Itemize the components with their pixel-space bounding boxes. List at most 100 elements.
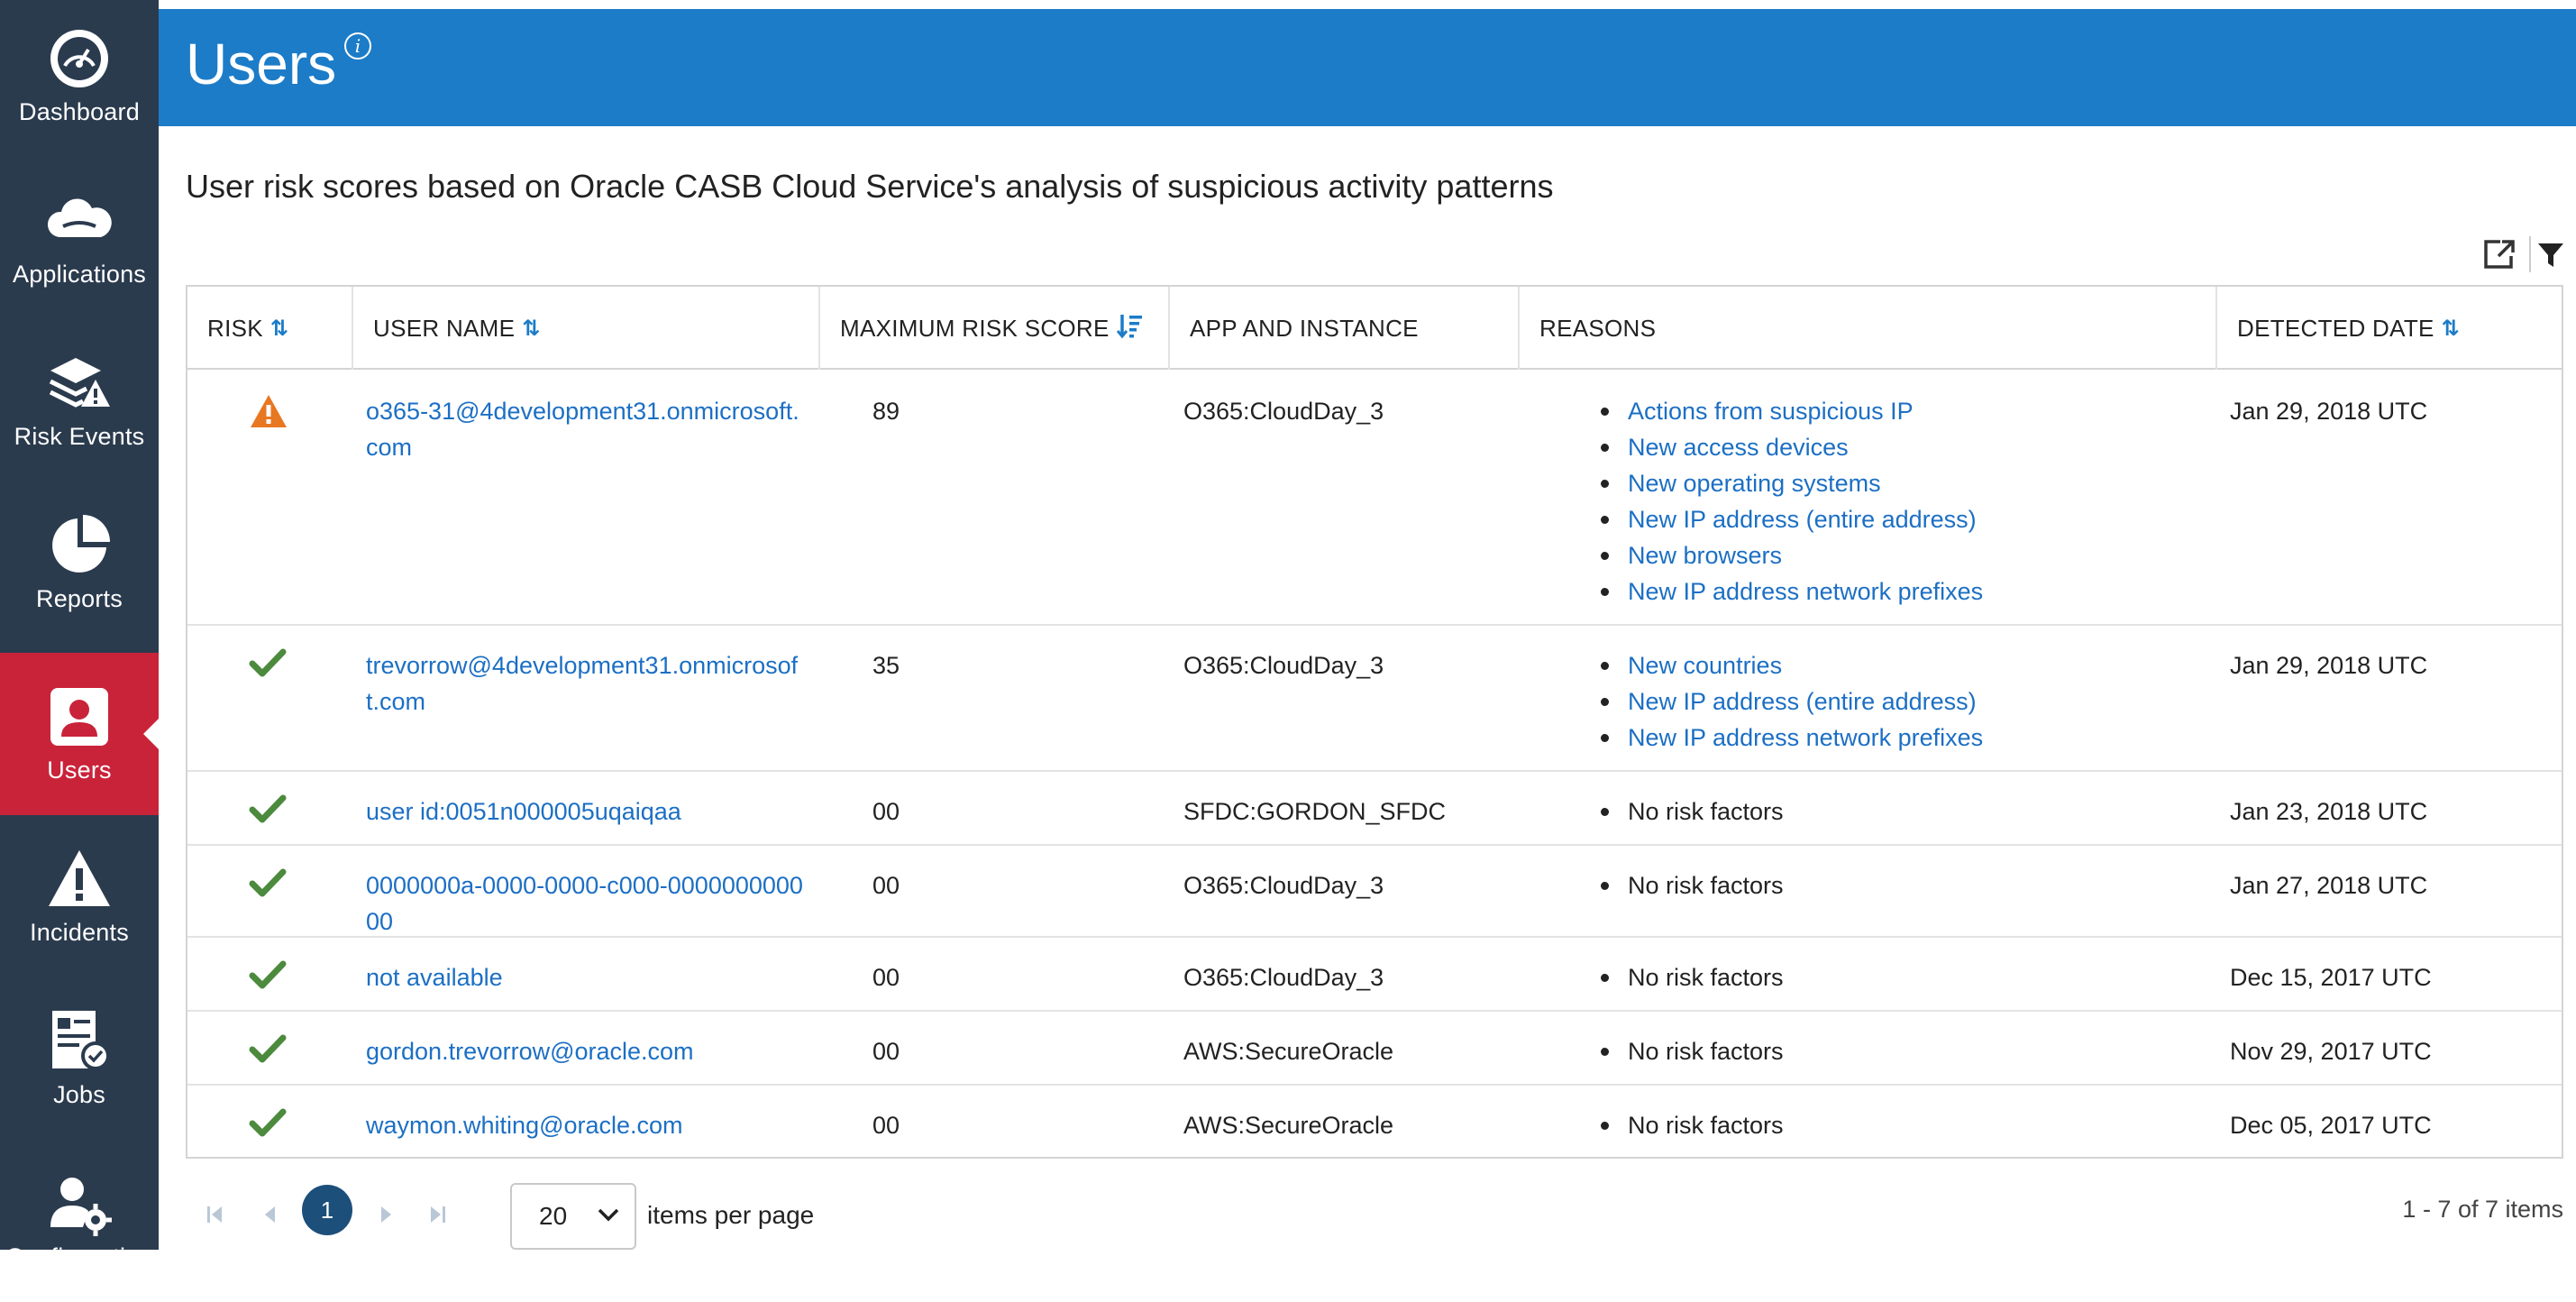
nav-item-dashboard[interactable]: Dashboard xyxy=(0,0,159,157)
user-name-link[interactable]: not available xyxy=(366,959,808,995)
reason-link[interactable]: New countries xyxy=(1594,647,2279,683)
detected-date: Nov 29, 2017 UTC xyxy=(2230,1038,2432,1065)
reasons-list: New countries New IP address (entire addr… xyxy=(1594,647,2279,756)
nav-label: Dashboard xyxy=(19,97,140,125)
reason-link[interactable]: New IP address network prefixes xyxy=(1594,573,2279,610)
page-header: Users i xyxy=(159,9,2576,126)
risk-score: 00 xyxy=(872,1112,900,1139)
reason-link[interactable]: New IP address network prefixes xyxy=(1594,720,2279,756)
detected-date: Dec 05, 2017 UTC xyxy=(2230,1112,2432,1139)
previous-page-icon[interactable] xyxy=(256,1201,283,1228)
reasons-list: No risk factors xyxy=(1594,1107,2279,1143)
risk-ok-check-icon xyxy=(249,1107,294,1148)
sort-icon[interactable]: ⇅ xyxy=(2442,316,2460,342)
reason-link[interactable]: Actions from suspicious IP xyxy=(1594,393,2279,429)
toolbar-divider xyxy=(2529,236,2531,272)
page-title: Users xyxy=(186,32,337,96)
reason-link[interactable]: New operating systems xyxy=(1594,465,2279,501)
detected-date: Jan 23, 2018 UTC xyxy=(2230,798,2428,825)
nav-label: Configuration xyxy=(5,1242,153,1270)
risk-ok-check-icon xyxy=(249,867,294,908)
items-per-page-value: 20 xyxy=(539,1202,568,1230)
column-label: USER NAME xyxy=(373,314,516,342)
reasons-list: No risk factors xyxy=(1594,867,2279,903)
column-header-risk[interactable]: RISK ⇅ xyxy=(187,287,353,370)
first-page-icon[interactable] xyxy=(202,1201,229,1228)
nav-item-configuration[interactable]: Configuration xyxy=(0,1140,159,1302)
pie-chart-icon xyxy=(47,513,112,578)
export-icon[interactable] xyxy=(2481,236,2517,272)
column-label: RISK xyxy=(207,314,263,342)
risk-score: 00 xyxy=(872,798,900,825)
user-name-link[interactable]: 0000000a-0000-0000-c000-000000000000 xyxy=(366,867,808,940)
column-header-reasons[interactable]: REASONS xyxy=(1520,287,2217,370)
user-badge-icon xyxy=(47,684,112,749)
nav-label: Applications xyxy=(13,260,146,288)
page-subtitle: User risk scores based on Oracle CASB Cl… xyxy=(186,168,1554,205)
items-count: 1 - 7 of 7 items xyxy=(2402,1196,2563,1223)
risk-ok-check-icon xyxy=(249,1033,294,1074)
column-header-maximum-risk-score[interactable]: MAXIMUM RISK SCORE xyxy=(820,287,1170,370)
reasons-list: No risk factors xyxy=(1594,1033,2279,1069)
reason-item: No risk factors xyxy=(1594,793,2279,830)
table-row[interactable]: trevorrow@4development31.onmicrosoft.com… xyxy=(187,626,2562,772)
user-name-link[interactable]: gordon.trevorrow@oracle.com xyxy=(366,1033,808,1069)
sort-descending-icon[interactable] xyxy=(1116,312,1144,345)
reason-link[interactable]: New IP address (entire address) xyxy=(1594,501,2279,537)
app-instance: O365:CloudDay_3 xyxy=(1183,398,1384,425)
reason-item: No risk factors xyxy=(1594,1033,2279,1069)
sort-icon[interactable]: ⇅ xyxy=(270,316,288,342)
table-row[interactable]: 0000000a-0000-0000-c000-000000000000 00 O3… xyxy=(187,846,2562,938)
column-header-app-and-instance[interactable]: APP AND INSTANCE xyxy=(1170,287,1520,370)
nav-item-risk-events[interactable]: Risk Events xyxy=(0,319,159,481)
filter-icon[interactable] xyxy=(2533,236,2569,272)
user-gear-icon xyxy=(47,1171,112,1236)
nav-item-reports[interactable]: Reports xyxy=(0,481,159,644)
cloud-icon xyxy=(47,188,112,253)
info-icon[interactable]: i xyxy=(344,32,371,60)
nav-item-incidents[interactable]: Incidents xyxy=(0,815,159,977)
items-per-page-select[interactable]: 20 xyxy=(510,1183,636,1250)
reason-link[interactable]: New IP address (entire address) xyxy=(1594,683,2279,720)
reasons-list: Actions from suspicious IP New access dev… xyxy=(1594,393,2279,610)
chevron-down-icon xyxy=(595,1201,622,1234)
risk-score: 00 xyxy=(872,964,900,991)
app-instance: O365:CloudDay_3 xyxy=(1183,964,1384,991)
risk-score: 89 xyxy=(872,398,900,425)
column-header-user-name[interactable]: USER NAME ⇅ xyxy=(353,287,820,370)
risk-score: 00 xyxy=(872,872,900,899)
table-row[interactable]: o365-31@4development31.onmicrosoft.com 89… xyxy=(187,371,2562,626)
nav-label: Reports xyxy=(36,584,123,612)
pagination: 1 20 items per page 1 - 7 of 7 items xyxy=(186,1183,2563,1252)
table-row[interactable]: waymon.whiting@oracle.com 00 AWS:SecureOra… xyxy=(187,1086,2562,1160)
column-label: MAXIMUM RISK SCORE xyxy=(840,314,1110,342)
current-page-button[interactable]: 1 xyxy=(302,1185,352,1235)
sort-icon[interactable]: ⇅ xyxy=(522,316,540,342)
user-name-link[interactable]: user id:0051n000005uqaiqaa xyxy=(366,793,808,830)
nav-item-applications[interactable]: Applications xyxy=(0,157,159,319)
table-row[interactable]: user id:0051n000005uqaiqaa 00 SFDC:GORDON_… xyxy=(187,772,2562,846)
next-page-icon[interactable] xyxy=(373,1201,400,1228)
layers-warning-icon xyxy=(47,351,112,416)
nav-label: Jobs xyxy=(53,1080,105,1108)
table-row[interactable]: gordon.trevorrow@oracle.com 00 AWS:SecureO… xyxy=(187,1012,2562,1086)
column-header-detected-date[interactable]: DETECTED DATE ⇅ xyxy=(2217,287,2562,370)
reasons-list: No risk factors xyxy=(1594,959,2279,995)
risk-score: 00 xyxy=(872,1038,900,1065)
reason-link[interactable]: New browsers xyxy=(1594,537,2279,573)
reason-item: No risk factors xyxy=(1594,959,2279,995)
user-name-link[interactable]: waymon.whiting@oracle.com xyxy=(366,1107,808,1143)
user-name-link[interactable]: trevorrow@4development31.onmicrosoft.com xyxy=(366,647,808,720)
risk-ok-check-icon xyxy=(249,959,294,1000)
reason-item: No risk factors xyxy=(1594,867,2279,903)
table-row[interactable]: not available 00 O365:CloudDay_3 No risk fa… xyxy=(187,938,2562,1012)
nav-item-jobs[interactable]: Jobs xyxy=(0,977,159,1140)
last-page-icon[interactable] xyxy=(424,1201,451,1228)
detected-date: Jan 29, 2018 UTC xyxy=(2230,398,2428,425)
app-instance: O365:CloudDay_3 xyxy=(1183,872,1384,899)
nav-item-users[interactable]: Users xyxy=(0,653,160,815)
app-instance: AWS:SecureOracle xyxy=(1183,1038,1394,1065)
user-name-link[interactable]: o365-31@4development31.onmicrosoft.com xyxy=(366,393,808,465)
reason-link[interactable]: New access devices xyxy=(1594,429,2279,465)
nav-label: Risk Events xyxy=(14,422,145,450)
